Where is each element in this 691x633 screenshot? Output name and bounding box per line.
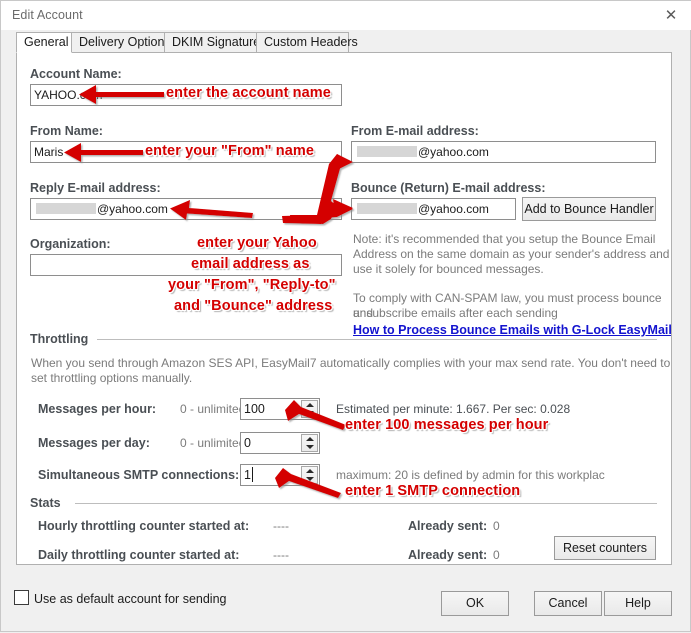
spin-up-icon[interactable] <box>302 467 317 475</box>
help-button[interactable]: Help <box>604 591 672 616</box>
account-name-label: Account Name: <box>30 67 122 81</box>
smtp-connections-value: 1 <box>244 466 251 484</box>
text-caret <box>252 467 253 482</box>
reset-counters-button[interactable]: Reset counters <box>554 536 656 560</box>
daily-counter-label: Daily throttling counter started at: <box>38 548 239 562</box>
redacted-block <box>357 203 417 214</box>
hourly-already-sent-value: 0 <box>493 519 500 533</box>
smtp-max-note: maximum: 20 is defined by admin for this… <box>336 468 605 482</box>
daily-counter-value: ---- <box>273 548 289 562</box>
tab-custom-headers[interactable]: Custom Headers <box>256 32 349 53</box>
canspam-note-line-2: unsubscribe emails after each sending <box>353 306 558 321</box>
messages-per-hour-hint: 0 - unlimited <box>180 402 245 416</box>
checkbox-box-icon[interactable] <box>14 590 29 605</box>
tab-dkim-signature[interactable]: DKIM Signature <box>164 32 257 53</box>
smtp-connections-label: Simultaneous SMTP connections: <box>38 468 239 482</box>
add-to-bounce-handler-button[interactable]: Add to Bounce Handler <box>522 197 656 221</box>
spin-up-icon[interactable] <box>302 401 317 409</box>
spin-down-icon[interactable] <box>302 443 317 451</box>
use-as-default-account-label: Use as default account for sending <box>34 592 226 606</box>
redacted-block <box>36 203 96 214</box>
use-as-default-account-checkbox[interactable]: Use as default account for sending <box>14 590 226 606</box>
spin-down-icon[interactable] <box>302 475 317 483</box>
messages-per-day-label: Messages per day: <box>38 436 150 450</box>
bounce-note-line-1: Note: it's recommended that you setup th… <box>353 232 655 247</box>
spin-up-icon[interactable] <box>302 435 317 443</box>
smtp-connections-stepper[interactable]: 1 <box>240 464 320 486</box>
reply-email-input[interactable]: @yahoo.com <box>30 198 342 220</box>
smtp-connections-spin-arrows[interactable] <box>301 466 318 484</box>
close-icon[interactable]: ✕ <box>656 4 686 27</box>
daily-already-sent-label: Already sent: <box>408 548 487 562</box>
reply-email-label: Reply E-mail address: <box>30 181 161 195</box>
ok-button[interactable]: OK <box>441 591 509 616</box>
redacted-block <box>357 146 417 157</box>
from-email-domain: @yahoo.com <box>418 145 489 159</box>
throttling-description-line-2: set throttling options manually. <box>31 371 192 386</box>
throttling-group-title: Throttling <box>30 332 94 346</box>
daily-already-sent-value: 0 <box>493 548 500 562</box>
tab-strip: General Delivery Options DKIM Signature … <box>16 32 672 53</box>
general-tab-panel: Account Name: YAHOO.com From Name: Maris… <box>16 52 672 565</box>
reply-email-domain: @yahoo.com <box>97 202 168 216</box>
from-name-input[interactable]: Maris <box>30 141 342 163</box>
bounce-note-line-3: use it solely for bounced messages. <box>353 262 544 277</box>
messages-per-day-value: 0 <box>244 434 251 452</box>
messages-per-hour-value: 100 <box>244 400 265 418</box>
stats-group-divider <box>75 503 657 504</box>
title-bar: Edit Account ✕ <box>1 1 691 30</box>
estimated-rate-text: Estimated per minute: 1.667. Per sec: 0.… <box>336 402 570 416</box>
window-title: Edit Account <box>12 8 83 22</box>
cancel-button[interactable]: Cancel <box>534 591 602 616</box>
messages-per-day-hint: 0 - unlimited <box>180 436 245 450</box>
messages-per-day-stepper[interactable]: 0 <box>240 432 320 454</box>
hourly-already-sent-label: Already sent: <box>408 519 487 533</box>
bounce-note-line-2: Address on the same domain as your sende… <box>353 247 669 262</box>
bounce-email-input[interactable]: @yahoo.com <box>351 198 516 220</box>
from-name-label: From Name: <box>30 124 103 138</box>
throttling-description-line-1: When you send through Amazon SES API, Ea… <box>31 356 670 371</box>
spin-down-icon[interactable] <box>302 409 317 417</box>
tab-delivery-options[interactable]: Delivery Options <box>71 32 165 53</box>
stats-group-title: Stats <box>30 496 67 510</box>
throttling-group-divider <box>97 339 657 340</box>
messages-per-hour-label: Messages per hour: <box>38 402 156 416</box>
edit-account-dialog: Edit Account ✕ General Delivery Options … <box>0 0 691 632</box>
bounce-email-domain: @yahoo.com <box>418 202 489 216</box>
messages-per-hour-stepper[interactable]: 100 <box>240 398 320 420</box>
organization-input[interactable] <box>30 254 342 276</box>
messages-per-hour-spin-arrows[interactable] <box>301 400 318 418</box>
hourly-counter-label: Hourly throttling counter started at: <box>38 519 249 533</box>
from-email-input[interactable]: @yahoo.com <box>351 141 656 163</box>
bounce-email-label: Bounce (Return) E-mail address: <box>351 181 545 195</box>
organization-label: Organization: <box>30 237 111 251</box>
hourly-counter-value: ---- <box>273 519 289 533</box>
bounce-emails-link[interactable]: How to Process Bounce Emails with G-Lock… <box>353 323 672 337</box>
tab-general[interactable]: General <box>16 32 72 53</box>
account-name-input[interactable]: YAHOO.com <box>30 84 342 106</box>
messages-per-day-spin-arrows[interactable] <box>301 434 318 452</box>
from-email-label: From E-mail address: <box>351 124 479 138</box>
